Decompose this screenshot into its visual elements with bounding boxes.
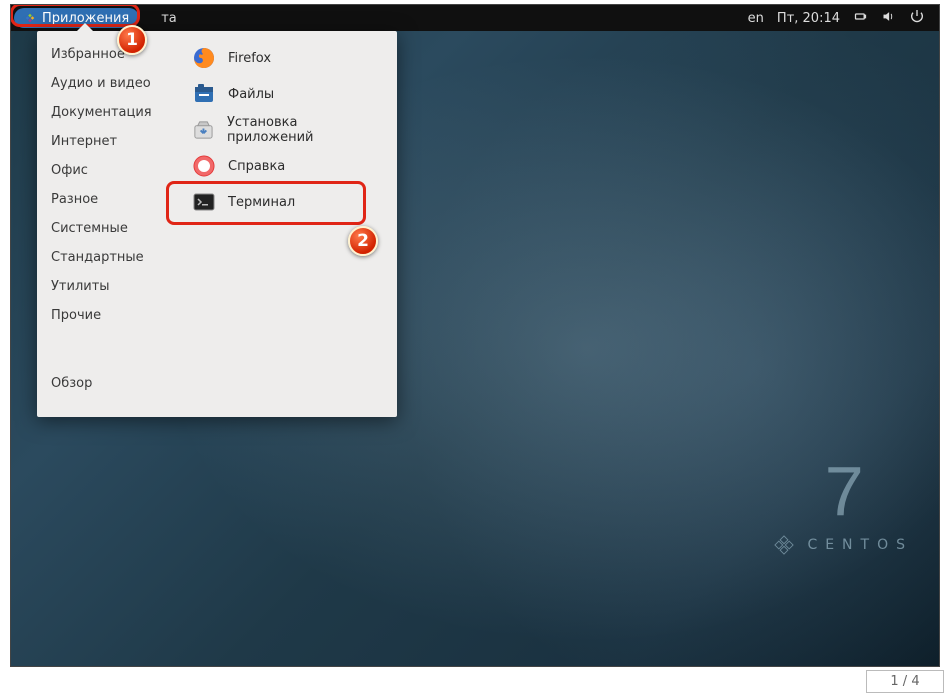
category-item[interactable]: Интернет: [37, 131, 180, 152]
top-panel: Приложения та en Пт, 20:14: [11, 5, 939, 31]
centos-mini-icon: [24, 12, 36, 24]
app-label: Firefox: [228, 51, 271, 66]
category-item[interactable]: Системные: [37, 218, 180, 239]
page-indicator: 1 / 4: [866, 670, 944, 693]
app-item-help[interactable]: Справка: [184, 149, 389, 183]
places-menu-button[interactable]: та: [161, 11, 177, 26]
category-item[interactable]: Утилиты: [37, 276, 180, 297]
category-item[interactable]: Документация: [37, 102, 180, 123]
category-item[interactable]: Офис: [37, 160, 180, 181]
overview-button[interactable]: Обзор: [37, 373, 180, 407]
terminal-icon: [192, 190, 216, 214]
category-item[interactable]: Стандартные: [37, 247, 180, 268]
centos-name: CENTOS: [807, 537, 913, 553]
app-item-terminal[interactable]: Терминал: [184, 185, 389, 219]
power-icon[interactable]: [909, 8, 925, 28]
help-icon: [192, 154, 216, 178]
category-item[interactable]: Прочие: [37, 305, 180, 326]
app-label: Справка: [228, 159, 285, 174]
menu-categories: Избранное Аудио и видео Документация Инт…: [37, 31, 180, 417]
desktop-frame: Приложения та en Пт, 20:14: [10, 4, 940, 667]
category-item[interactable]: Избранное: [37, 44, 180, 65]
app-item-files[interactable]: Файлы: [184, 77, 389, 111]
category-item[interactable]: Аудио и видео: [37, 73, 180, 94]
battery-icon[interactable]: [853, 9, 868, 28]
app-item-software[interactable]: Установка приложений: [184, 113, 389, 147]
firefox-icon: [192, 46, 216, 70]
app-label: Терминал: [228, 195, 295, 210]
system-tray: en Пт, 20:14: [748, 8, 939, 28]
category-item[interactable]: Разное: [37, 189, 180, 210]
centos-version: 7: [825, 456, 862, 526]
software-install-icon: [192, 118, 215, 142]
keyboard-layout-indicator[interactable]: en: [748, 11, 764, 26]
centos-brand: 7 CENTOS: [773, 456, 913, 556]
menu-apps: Firefox Файлы Установка приложений Справ…: [180, 31, 397, 417]
centos-logo-icon: [773, 534, 795, 556]
clock[interactable]: Пт, 20:14: [777, 11, 840, 26]
volume-icon[interactable]: [881, 9, 896, 28]
applications-menu-panel: Избранное Аудио и видео Документация Инт…: [37, 31, 397, 417]
files-icon: [192, 82, 216, 106]
app-label: Установка приложений: [227, 115, 381, 145]
app-label: Файлы: [228, 87, 274, 102]
app-item-firefox[interactable]: Firefox: [184, 41, 389, 75]
